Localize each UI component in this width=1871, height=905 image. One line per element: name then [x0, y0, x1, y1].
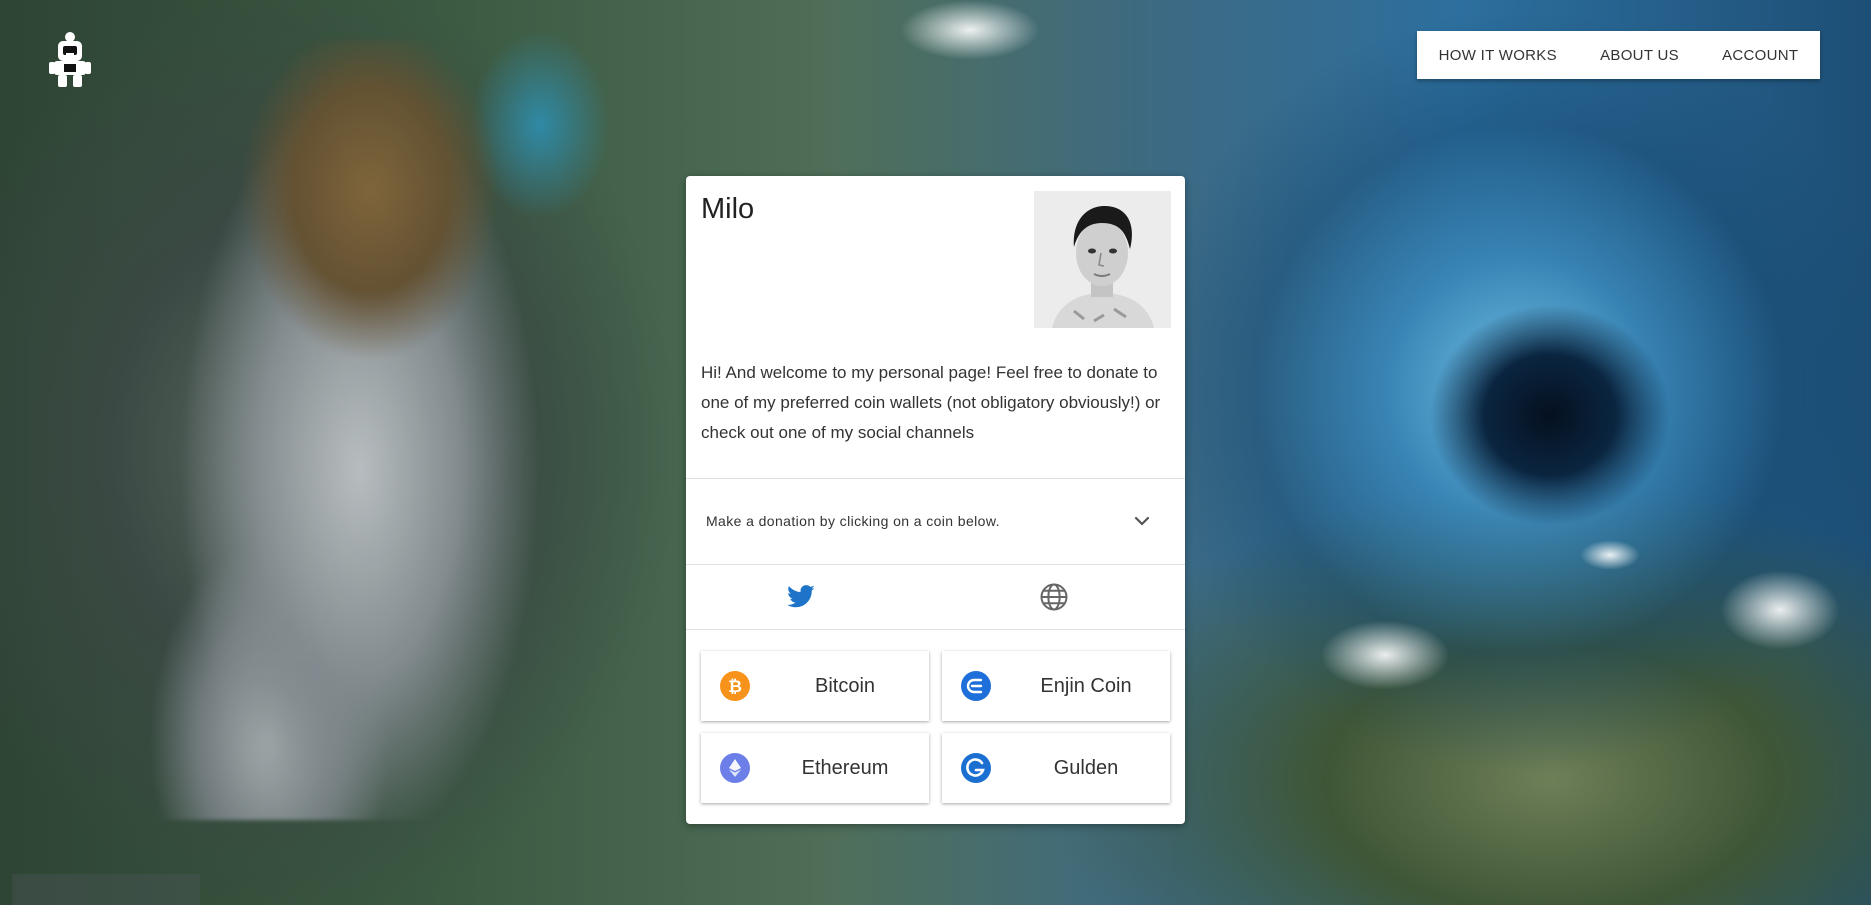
corner-overlay	[12, 874, 200, 905]
nav-about-us[interactable]: ABOUT US	[1594, 47, 1685, 64]
globe-icon[interactable]	[1039, 582, 1069, 612]
enjin-coin-icon	[961, 671, 991, 701]
donation-expander[interactable]: Make a donation by clicking on a coin be…	[686, 479, 1185, 565]
chevron-down-icon	[1132, 511, 1152, 531]
coin-label: Ethereum	[801, 757, 889, 779]
profile-bio: Hi! And welcome to my personal page! Fee…	[701, 363, 1161, 442]
gulden-icon	[961, 753, 991, 783]
coin-button-bitcoin[interactable]: ₿ Bitcoin	[701, 651, 929, 721]
coin-label: Enjin Coin	[1040, 675, 1132, 697]
coin-button-ethereum[interactable]: Ethereum	[701, 733, 929, 803]
astronaut-logo-icon[interactable]	[46, 30, 94, 88]
background-cloud	[1720, 570, 1840, 650]
divider	[686, 564, 1185, 565]
ethereum-icon	[720, 753, 750, 783]
donation-prompt: Make a donation by clicking on a coin be…	[706, 513, 1000, 529]
svg-text:₿: ₿	[728, 677, 742, 697]
nav-account[interactable]: ACCOUNT	[1716, 47, 1804, 64]
coin-label: Gulden	[1053, 757, 1119, 779]
coin-button-gulden[interactable]: Gulden	[942, 733, 1170, 803]
background-cloud	[900, 0, 1040, 60]
profile-card: Milo Hi! And welcome to my personal page…	[686, 176, 1185, 824]
coin-label: Bitcoin	[814, 675, 876, 697]
nav-how-it-works[interactable]: HOW IT WORKS	[1433, 47, 1563, 64]
background-cloud	[1320, 620, 1450, 690]
background-astronaut	[150, 40, 550, 820]
profile-name: Milo	[701, 193, 755, 225]
divider	[686, 629, 1185, 630]
twitter-icon[interactable]	[786, 582, 816, 612]
bitcoin-icon: ₿	[720, 671, 750, 701]
background-cloud	[1580, 540, 1640, 570]
top-navigation: HOW IT WORKS ABOUT US ACCOUNT	[1417, 31, 1820, 79]
coin-button-enjin-coin[interactable]: Enjin Coin	[942, 651, 1170, 721]
avatar	[1034, 191, 1171, 328]
